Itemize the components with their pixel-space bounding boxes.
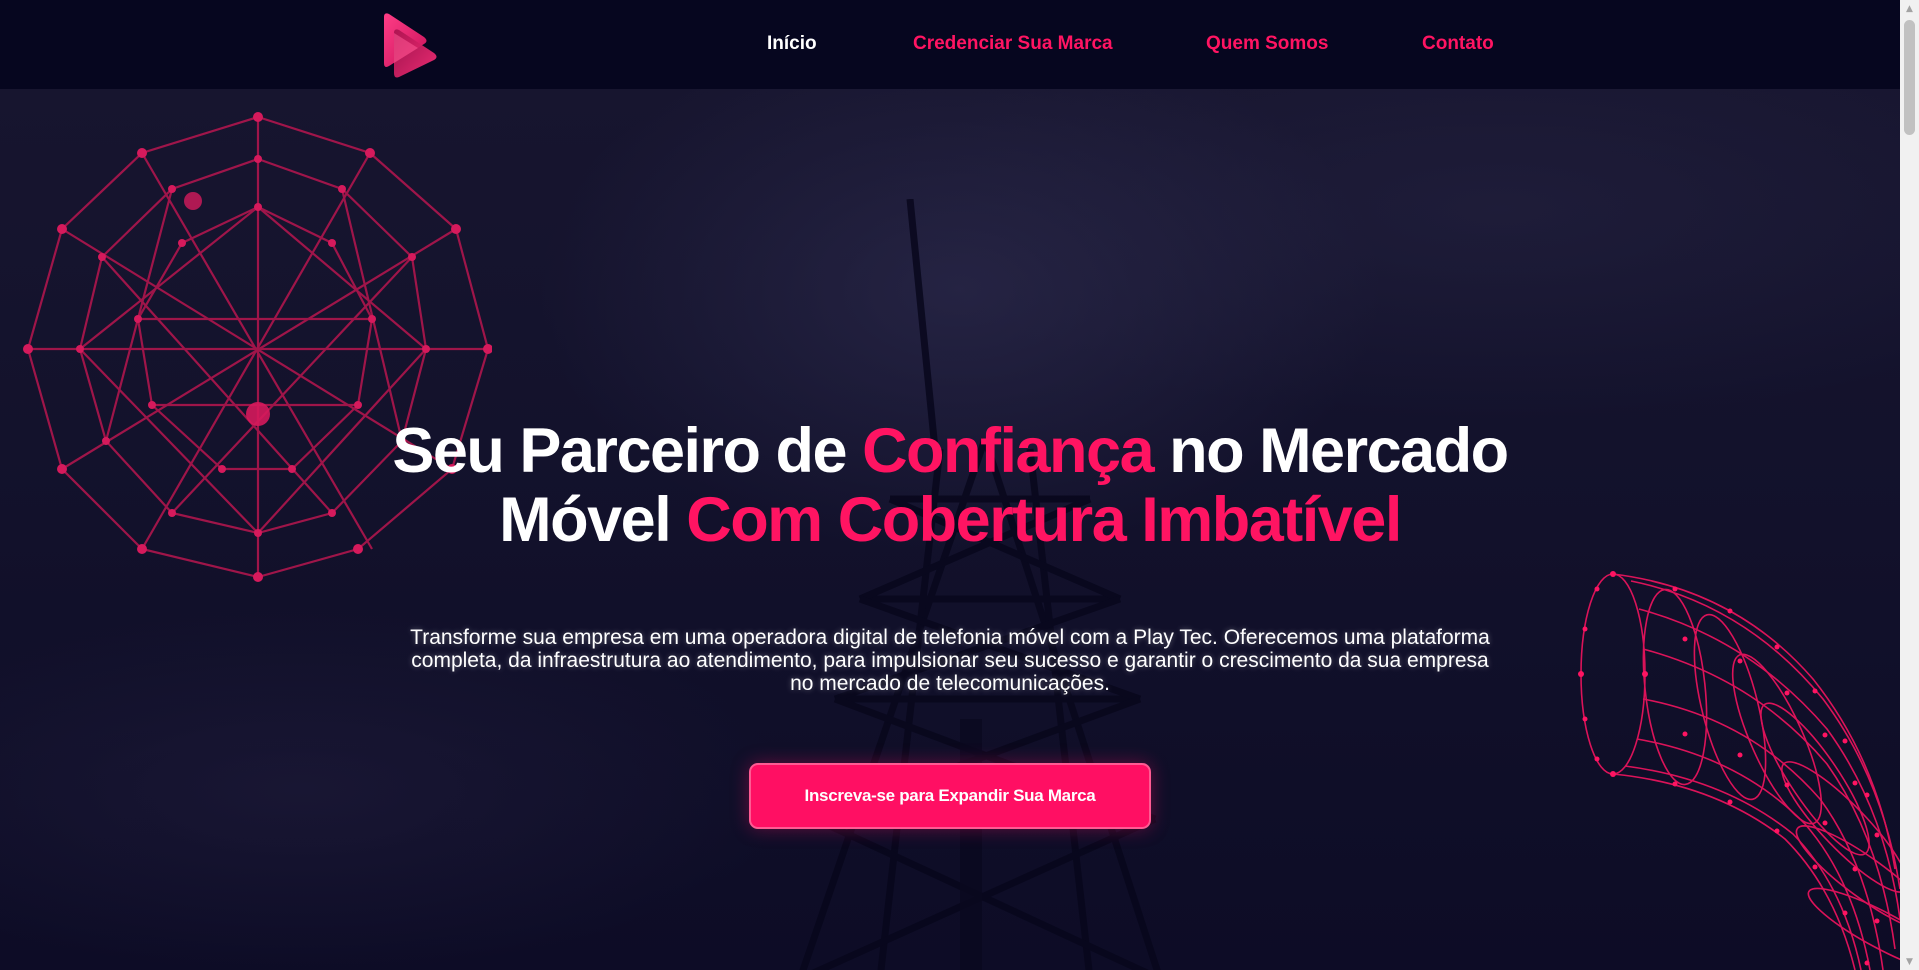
hero-title-part-2: no Mercado: [1153, 416, 1509, 486]
page-scrollbar[interactable]: ▲ ▼: [1900, 0, 1919, 970]
hero-title-part-1: Seu Parceiro de: [392, 416, 863, 486]
nav-link-contact[interactable]: Contato: [1422, 33, 1494, 55]
top-navigation-bar: Início Credenciar Sua Marca Quem Somos C…: [0, 0, 1900, 89]
signup-cta-button[interactable]: Inscreva-se para Expandir Sua Marca: [749, 763, 1151, 829]
hero-title-highlight-2: Com Cobertura Imbatível: [686, 485, 1402, 555]
play-logo-icon[interactable]: [380, 11, 440, 79]
hero-section: Seu Parceiro de Confiança no Mercado Móv…: [0, 89, 1900, 970]
nav-link-home[interactable]: Início: [767, 33, 817, 55]
arrow-up-icon[interactable]: ▲: [1900, 0, 1919, 17]
hero-title-part-3: Móvel: [499, 485, 687, 555]
nav-link-about[interactable]: Quem Somos: [1206, 33, 1328, 55]
arrow-down-icon[interactable]: ▼: [1900, 953, 1919, 970]
scrollbar-thumb[interactable]: [1904, 20, 1915, 135]
hero-title-highlight-1: Confiança: [862, 416, 1155, 486]
hero-title: Seu Parceiro de Confiança no Mercado Móv…: [0, 417, 1900, 555]
hero-description: Transforme sua empresa em uma operadora …: [410, 626, 1490, 695]
page: Início Credenciar Sua Marca Quem Somos C…: [0, 0, 1919, 970]
nav-link-credential-brand[interactable]: Credenciar Sua Marca: [913, 33, 1113, 55]
wireframe-tube-decoration: [1578, 571, 1900, 970]
tower-background-image: [799, 199, 1161, 970]
